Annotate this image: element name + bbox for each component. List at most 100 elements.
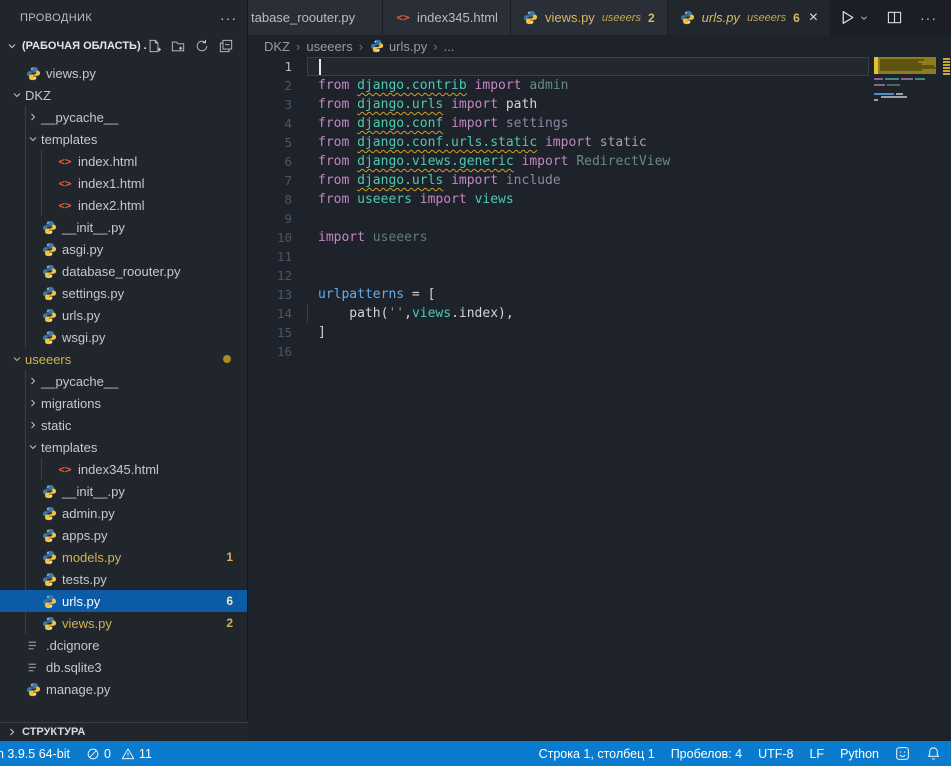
code-line-7[interactable]: 7from django.urls import include (248, 171, 951, 190)
code-line-3[interactable]: 3from django.urls import path (248, 95, 951, 114)
tree-item-label: wsgi.py (62, 330, 105, 345)
tree-folder-migrations[interactable]: migrations (0, 392, 247, 414)
breadcrumb-item-DKZ[interactable]: DKZ (264, 39, 290, 54)
code-line-13[interactable]: 13urlpatterns = [ (248, 285, 951, 304)
code-line-9[interactable]: 9 (248, 209, 951, 228)
tab-bar: tabase_roouter.py<>index345.htmlviews.py… (248, 0, 951, 35)
breadcrumb-item-urls.py[interactable]: urls.py (369, 39, 427, 54)
python-file-icon (41, 308, 57, 323)
language-mode-status[interactable]: Python (832, 741, 887, 766)
tree-file-views.py[interactable]: views.py2 (0, 612, 247, 634)
new-folder-icon[interactable] (171, 39, 185, 53)
tree-item-label: asgi.py (62, 242, 103, 257)
error-count: 0 (104, 747, 111, 761)
tree-file-tests.py[interactable]: tests.py (0, 568, 247, 590)
tab-index345.html[interactable]: <>index345.html (383, 0, 511, 35)
tree-file-__init__.py[interactable]: __init__.py (0, 480, 247, 502)
code-line-6[interactable]: 6from django.views.generic import Redire… (248, 152, 951, 171)
line-number: 11 (248, 247, 292, 266)
code-line-12[interactable]: 12 (248, 266, 951, 285)
tree-file-asgi.py[interactable]: asgi.py (0, 238, 247, 260)
tree-folder-templates[interactable]: templates (0, 128, 247, 150)
tree-folder-DKZ[interactable]: DKZ (0, 84, 247, 106)
code-line-2[interactable]: 2from django.contrib import admin (248, 76, 951, 95)
error-circle-slash-icon (86, 747, 100, 761)
python-file-icon (25, 66, 41, 81)
tree-folder-__pycache__[interactable]: __pycache__ (0, 370, 247, 392)
code-line-1[interactable]: 1 (248, 57, 951, 76)
run-python-file-button[interactable] (839, 9, 869, 26)
line-number: 2 (248, 76, 292, 95)
python-interpreter-status[interactable]: n 3.9.5 64-bit (0, 741, 78, 766)
tree-item-label: __init__.py (62, 220, 125, 235)
tree-file-index2.html[interactable]: <>index2.html (0, 194, 247, 216)
tree-folder-templates[interactable]: templates (0, 436, 247, 458)
code-editor[interactable]: 12from django.contrib import admin3from … (248, 57, 951, 741)
overview-ruler[interactable] (940, 35, 951, 741)
tree-file-apps.py[interactable]: apps.py (0, 524, 247, 546)
minimap[interactable] (874, 57, 940, 357)
tree-file-wsgi.py[interactable]: wsgi.py (0, 326, 247, 348)
vscode-window: ПРОВОДНИК ··· (РАБОЧАЯ ОБЛАСТЬ) ... vi (0, 0, 951, 766)
tree-file-views.py[interactable]: views.py (0, 62, 247, 84)
code-line-16[interactable]: 16 (248, 342, 951, 361)
line-number: 15 (248, 323, 292, 342)
html-file-icon: <> (395, 11, 411, 24)
code-line-5[interactable]: 5from django.conf.urls.static import sta… (248, 133, 951, 152)
python-file-icon (25, 682, 41, 697)
tree-item-label: urls.py (62, 594, 100, 609)
close-icon[interactable]: × (809, 10, 818, 26)
tab-tabase_roouter.py[interactable]: tabase_roouter.py (248, 0, 383, 35)
collapse-all-icon[interactable] (219, 39, 233, 53)
tree-folder-__pycache__[interactable]: __pycache__ (0, 106, 247, 128)
line-number: 9 (248, 209, 292, 228)
line-number: 4 (248, 114, 292, 133)
code-line-4[interactable]: 4from django.conf import settings (248, 114, 951, 133)
tree-file-urls.py[interactable]: urls.py6 (0, 590, 247, 612)
split-editor-icon[interactable] (887, 10, 902, 25)
code-line-8[interactable]: 8from useeers import views (248, 190, 951, 209)
tab-urls.py[interactable]: urls.pyuseeers6× (668, 0, 831, 35)
explorer-sidebar: ПРОВОДНИК ··· (РАБОЧАЯ ОБЛАСТЬ) ... vi (0, 0, 248, 741)
tab-views.py[interactable]: views.pyuseeers2 (511, 0, 668, 35)
python-file-icon (41, 528, 57, 543)
breadcrumb-separator-icon: › (359, 39, 363, 54)
code-line-15[interactable]: 15] (248, 323, 951, 342)
breadcrumb-item-useeers[interactable]: useeers (306, 39, 352, 54)
problems-status[interactable]: 0 11 (78, 741, 160, 766)
breadcrumb-item-...[interactable]: ... (444, 39, 455, 54)
outline-section-header[interactable]: СТРУКТУРА (0, 722, 248, 741)
editor-more-actions-icon[interactable]: ··· (920, 10, 937, 26)
tree-file-__init__.py[interactable]: __init__.py (0, 216, 247, 238)
line-number: 1 (248, 57, 292, 76)
eol-status[interactable]: LF (801, 741, 832, 766)
tree-file-index345.html[interactable]: <>index345.html (0, 458, 247, 480)
tree-file-models.py[interactable]: models.py1 (0, 546, 247, 568)
tree-file-admin.py[interactable]: admin.py (0, 502, 247, 524)
tree-folder-static[interactable]: static (0, 414, 247, 436)
line-number: 13 (248, 285, 292, 304)
encoding-status[interactable]: UTF-8 (750, 741, 801, 766)
tree-folder-useeers[interactable]: useeers (0, 348, 247, 370)
notifications-bell-icon[interactable] (918, 741, 951, 766)
refresh-icon[interactable] (195, 39, 209, 53)
new-file-icon[interactable] (147, 39, 161, 53)
tree-file-manage.py[interactable]: manage.py (0, 678, 247, 700)
workspace-label: (РАБОЧАЯ ОБЛАСТЬ) ... (22, 40, 147, 52)
workspace-header[interactable]: (РАБОЧАЯ ОБЛАСТЬ) ... (0, 35, 247, 57)
html-file-icon: <> (57, 155, 73, 168)
indentation-status[interactable]: Пробелов: 4 (663, 741, 750, 766)
cursor-position-status[interactable]: Строка 1, столбец 1 (531, 741, 663, 766)
tree-file-urls.py[interactable]: urls.py (0, 304, 247, 326)
tree-file-database_roouter.py[interactable]: database_roouter.py (0, 260, 247, 282)
code-line-14[interactable]: 14 path('',views.index), (248, 304, 951, 323)
tree-file-index.html[interactable]: <>index.html (0, 150, 247, 172)
explorer-more-icon[interactable]: ··· (220, 10, 237, 26)
code-line-10[interactable]: 10import useeers (248, 228, 951, 247)
tree-file-.dcignore[interactable]: .dcignore (0, 634, 247, 656)
feedback-smiley-icon[interactable] (887, 741, 918, 766)
tree-file-db.sqlite3[interactable]: db.sqlite3 (0, 656, 247, 678)
tree-file-settings.py[interactable]: settings.py (0, 282, 247, 304)
tree-file-index1.html[interactable]: <>index1.html (0, 172, 247, 194)
code-line-11[interactable]: 11 (248, 247, 951, 266)
